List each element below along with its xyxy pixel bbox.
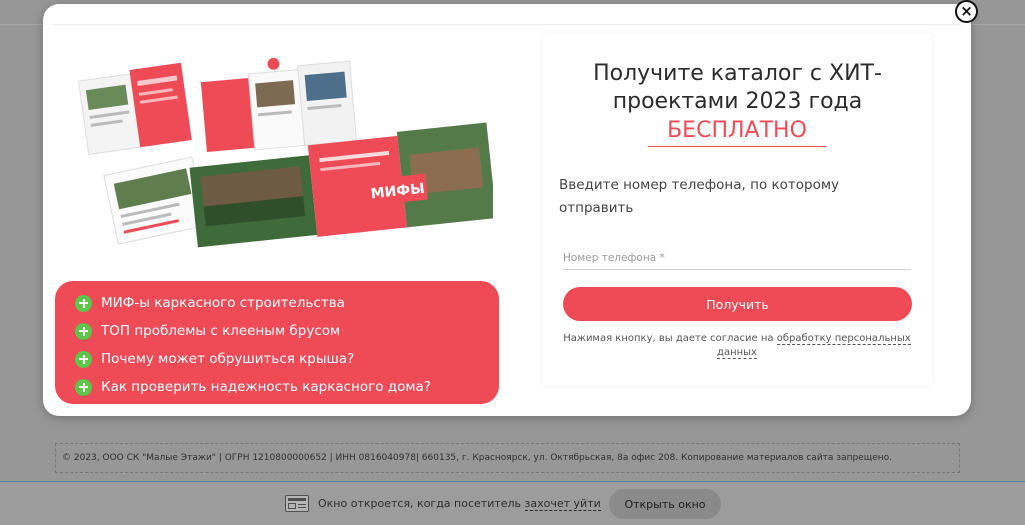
topic-label: ТОП проблемы с клееным брусом (101, 323, 341, 339)
modal-divider (53, 24, 961, 25)
topic-label: МИФ-ы каркасного строительства (101, 295, 345, 311)
plus-circle-icon (75, 350, 92, 368)
close-icon[interactable]: × (955, 0, 978, 23)
plus-circle-icon (75, 294, 92, 312)
popup-window-icon (285, 495, 309, 512)
plus-circle-icon (75, 378, 92, 396)
topic-label: Как проверить надежность каркасного дома… (101, 379, 431, 395)
footer-copyright: © 2023, ООО СК "Малые Этажи" | ОГРН 1210… (62, 453, 892, 463)
form-title: Получите каталог с ХИТ-проектами 2023 го… (593, 61, 882, 114)
form-description: Введите номер телефона, по которому отпр… (559, 177, 840, 216)
topic-label: Почему может обрушиться крыша? (101, 351, 355, 367)
catalog-brochures-image: МИФЫ (77, 57, 493, 248)
consent-prefix: Нажимая кнопку, вы даете согласие на (563, 333, 777, 344)
list-item: МИФ-ы каркасного строительства (75, 289, 499, 317)
exit-intent-text: Окно откроется, когда посетитель захочет… (318, 497, 601, 511)
phone-field[interactable] (563, 246, 911, 270)
catalog-request-form: Получите каталог с ХИТ-проектами 2023 го… (543, 34, 932, 386)
site-footer: © 2023, ООО СК "Малые Этажи" | ОГРН 1210… (55, 443, 960, 473)
list-item: ТОП проблемы с клееным брусом (75, 317, 499, 345)
get-catalog-button[interactable]: Получить (563, 287, 912, 321)
open-window-button[interactable]: Открыть окно (609, 489, 721, 519)
consent-text: Нажимая кнопку, вы даете согласие на обр… (559, 332, 915, 360)
list-item: Как проверить надежность каркасного дома… (75, 373, 499, 401)
exit-intent-link[interactable]: захочет уйти (524, 497, 601, 511)
exit-intent-bar: Окно откроется, когда посетитель захочет… (0, 481, 1025, 525)
catalog-topics-box: МИФ-ы каркасного строительства ТОП пробл… (55, 281, 499, 404)
catalog-popup: МИФЫ МИФ-ы каркасного строительства ТОП … (43, 4, 971, 416)
plus-circle-icon (75, 322, 92, 340)
form-title-highlight: БЕСПЛАТНО (648, 118, 826, 147)
exit-intent-prefix: Окно откроется, когда посетитель (318, 497, 525, 510)
list-item: Почему может обрушиться крыша? (75, 345, 499, 373)
